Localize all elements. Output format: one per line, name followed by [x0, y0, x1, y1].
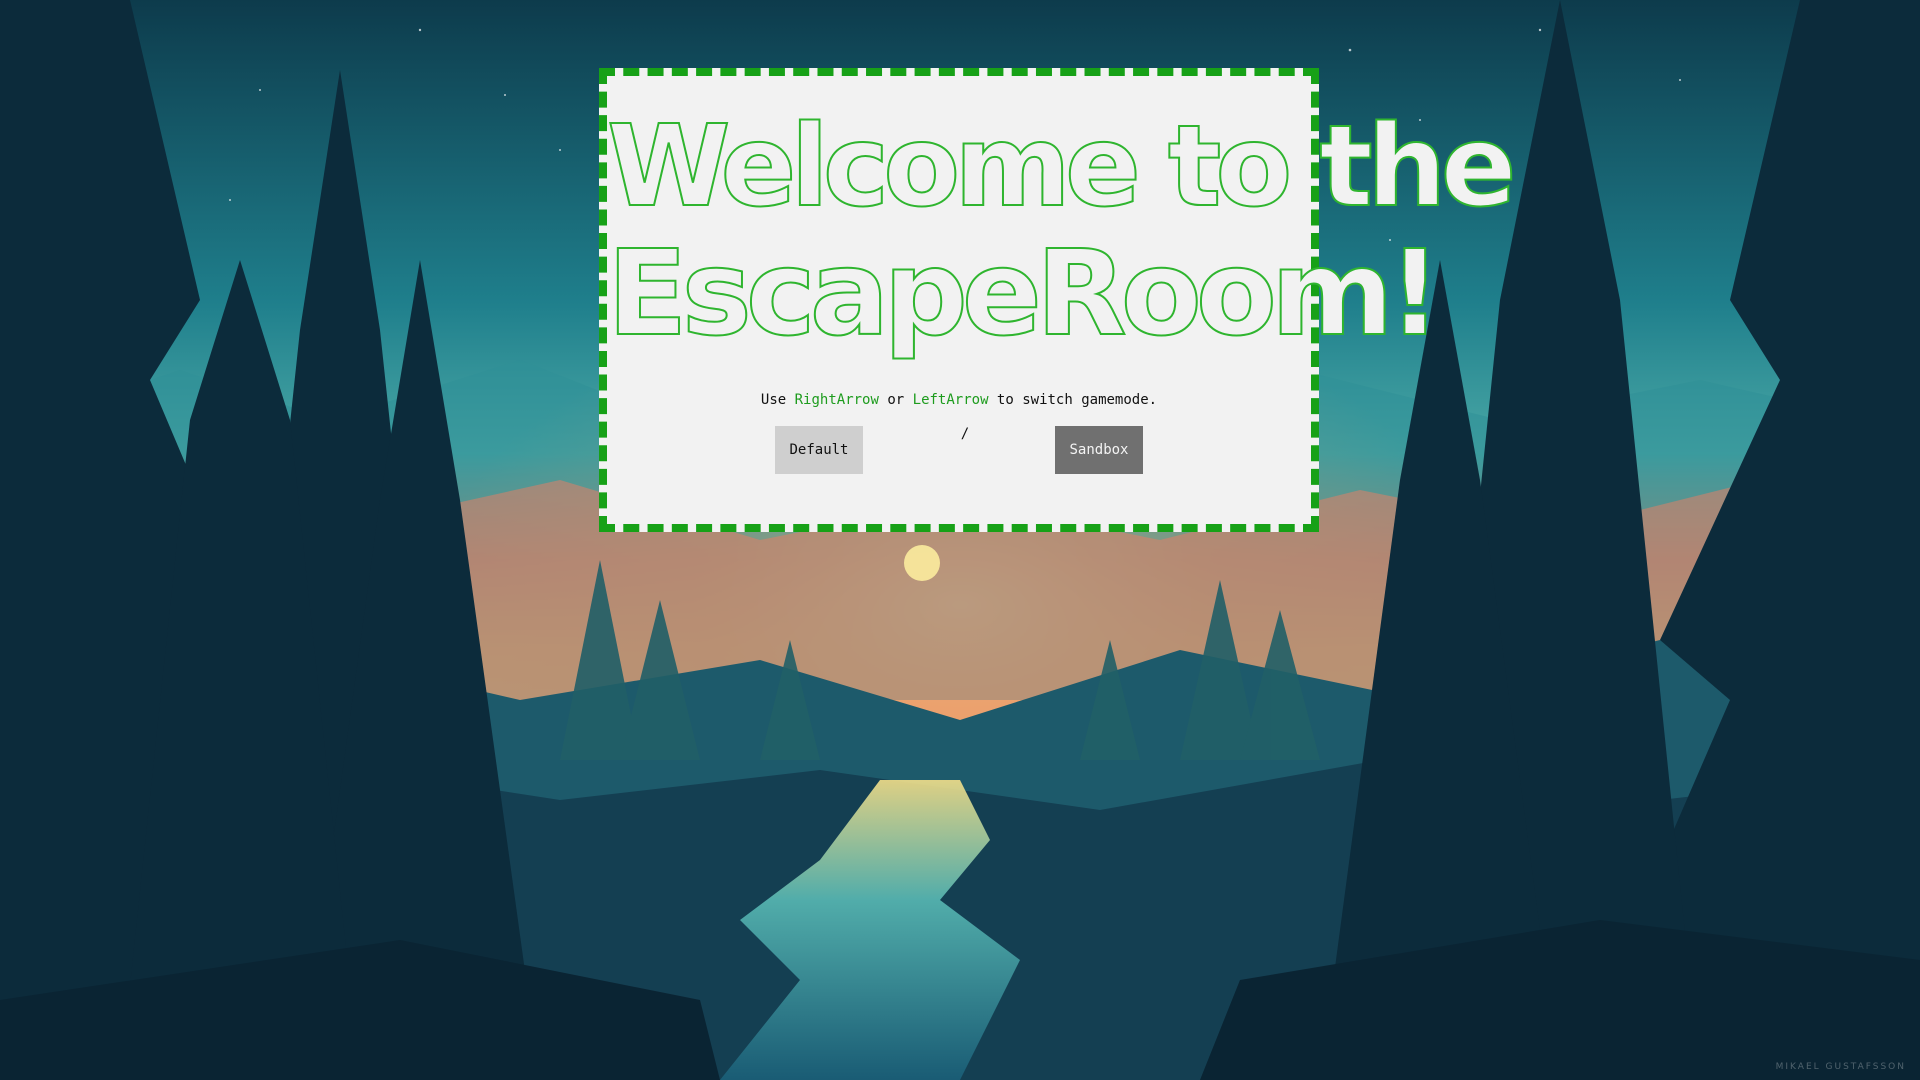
title-line-1: Welcome to the [606, 102, 1518, 232]
gamemode-selector: Default / Sandbox [607, 426, 1311, 474]
ascii-title: Welcome to the EscapeRoom! [606, 102, 1518, 362]
title-line-2: EscapeRoom! [606, 224, 1443, 362]
hint-key-left: LeftArrow [912, 392, 989, 408]
default-mode-button[interactable]: Default [775, 426, 863, 474]
hint-middle: or [878, 392, 913, 408]
gamemode-hint: Use RightArrow or LeftArrow to switch ga… [607, 392, 1311, 408]
hint-key-right: RightArrow [794, 392, 879, 408]
welcome-dialog: Welcome to the EscapeRoom! Use RightArro… [599, 68, 1518, 532]
hint-prefix: Use [760, 392, 795, 408]
artist-credit: MIKAEL GUSTAFSSON [1775, 1062, 1906, 1072]
hint-suffix: to switch gamemode. [988, 392, 1158, 408]
sandbox-mode-button[interactable]: Sandbox [1055, 426, 1143, 474]
mode-separator: / [960, 426, 970, 442]
